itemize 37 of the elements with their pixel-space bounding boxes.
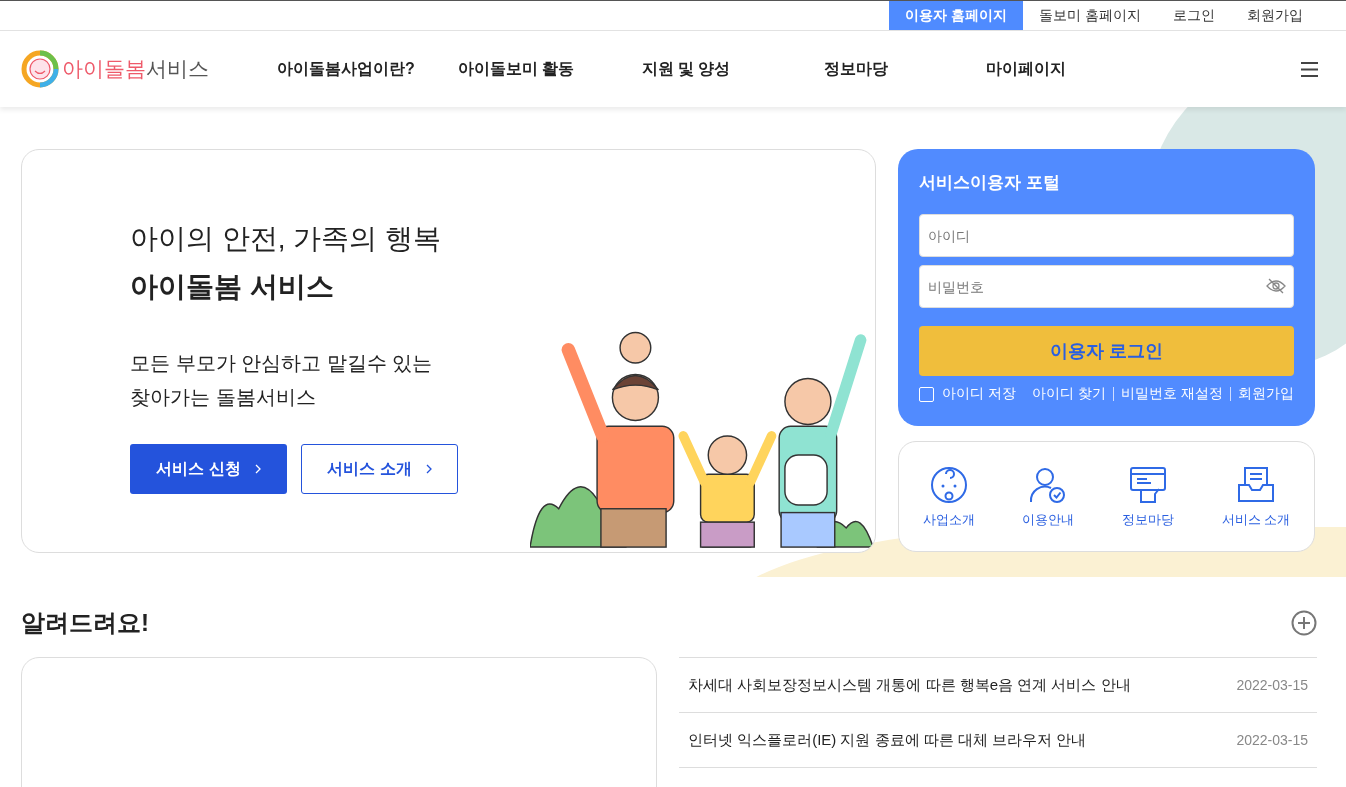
nav-item[interactable]: 마이페이지 — [941, 58, 1111, 80]
service-button[interactable]: 서비스 소개 — [301, 444, 458, 494]
notice-date: 2022-03-15 — [1236, 677, 1308, 693]
notice-title[interactable]: 인터넷 익스플로러(IE) 지원 종료에 따른 대체 브라우저 안내 — [688, 730, 1087, 750]
remember-checkbox[interactable] — [919, 386, 934, 402]
password-field[interactable]: 비밀번호 — [919, 265, 1294, 308]
nav-item[interactable]: 아이돌봄사업이란? — [261, 58, 431, 80]
quick-link[interactable]: 정보마당 — [1122, 464, 1174, 529]
card-hand-icon — [1128, 464, 1168, 505]
nav-item[interactable]: 지원 및 양성 — [601, 58, 771, 80]
quick-link[interactable]: 서비스 소개 — [1221, 464, 1291, 529]
nav-item[interactable]: 아이돌보미 활동 — [431, 58, 601, 80]
notice-date: 2022-03-15 — [1236, 732, 1308, 748]
chevron-right-icon — [254, 464, 261, 474]
chevron-right-icon — [425, 464, 432, 474]
id-field[interactable]: 아이디 — [919, 214, 1294, 257]
more-plus-icon[interactable] — [1291, 610, 1317, 636]
top-link[interactable]: 회원가입 — [1231, 1, 1319, 30]
hero-description: 모든 부모가 안심하고 맡길수 있는 찾아가는 돌봄서비스 — [130, 351, 434, 410]
menu-icon[interactable] — [1301, 61, 1318, 77]
login-title: 서비스이용자 포털 — [919, 172, 1061, 194]
quick-link[interactable]: 이용안내 — [1022, 464, 1075, 529]
quick-link[interactable]: 사업소개 — [922, 464, 975, 529]
notice-title[interactable]: 차세대 사회보장정보시스템 개통에 따른 행복e음 연계 서비스 안내 — [688, 675, 1131, 695]
hidden-eye-icon[interactable] — [1266, 278, 1286, 294]
hero-headline: 아이돌봄 서비스 — [130, 270, 335, 304]
inbox-icon — [1235, 464, 1276, 505]
top-link[interactable]: 돌보미 홈페이지 — [1023, 1, 1157, 30]
remember-label: 아이디 저장 — [942, 385, 1016, 403]
top-link[interactable]: 로그인 — [1157, 1, 1231, 30]
nav-item[interactable]: 정보마당 — [771, 58, 941, 80]
baby-face-icon — [928, 464, 969, 505]
hero-title: 아이의 안전, 가족의 행복 — [130, 222, 443, 256]
service-button[interactable]: 서비스 신청 — [130, 444, 287, 494]
section-title: 알려드려요! — [21, 608, 149, 638]
logo-text[interactable]: 아이돌봄서비스 — [62, 55, 209, 83]
logo-icon — [21, 50, 59, 88]
